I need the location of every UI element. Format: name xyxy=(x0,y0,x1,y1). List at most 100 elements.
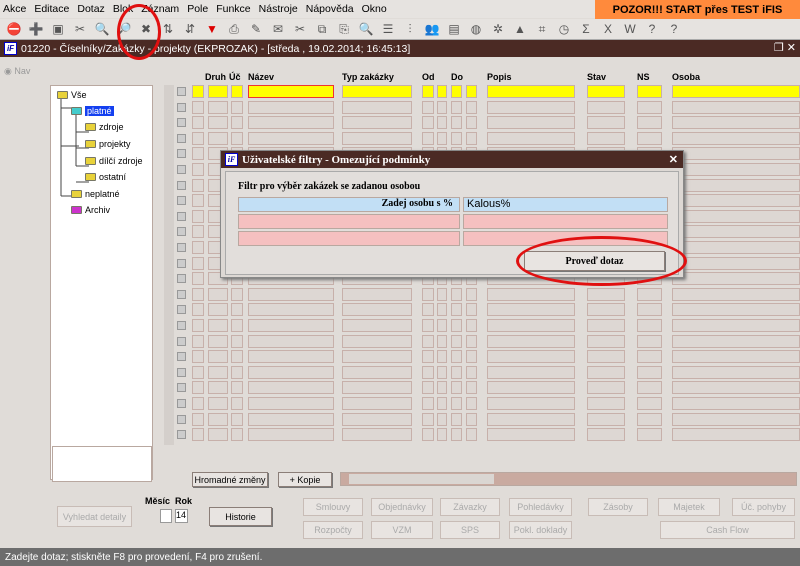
grid-cell[interactable] xyxy=(672,116,800,130)
grid-cell[interactable] xyxy=(192,334,204,348)
grid-cell[interactable] xyxy=(192,100,204,114)
grid-cell[interactable] xyxy=(231,334,243,348)
grid-cell[interactable] xyxy=(192,209,204,223)
filter-input-empty[interactable] xyxy=(463,214,668,229)
row-checkbox[interactable] xyxy=(177,196,186,206)
grid-cell[interactable] xyxy=(231,381,243,395)
grid-cell[interactable] xyxy=(487,303,575,317)
grid-cell[interactable] xyxy=(587,381,625,395)
grid-cell[interactable] xyxy=(672,147,800,161)
row-checkbox[interactable] xyxy=(177,211,186,221)
grid-cell[interactable] xyxy=(248,303,334,317)
person-input[interactable]: Kalous% xyxy=(463,197,668,212)
grid-cell[interactable] xyxy=(342,100,412,114)
grid-cell[interactable] xyxy=(487,319,575,332)
grid-cell[interactable] xyxy=(248,100,334,114)
grid-cell[interactable] xyxy=(487,412,575,426)
grid-cell[interactable] xyxy=(231,365,243,379)
grid-cell[interactable] xyxy=(208,287,228,301)
grid-cell[interactable] xyxy=(248,131,334,145)
grid-cell[interactable] xyxy=(342,287,412,301)
grid-cell[interactable] xyxy=(422,381,434,395)
grid-cell[interactable] xyxy=(466,85,477,98)
grid-cell[interactable] xyxy=(637,100,662,114)
grid-cell[interactable] xyxy=(422,334,434,348)
grid-cell[interactable] xyxy=(192,428,204,442)
grid-cell[interactable] xyxy=(587,303,625,317)
grid-cell[interactable] xyxy=(451,100,462,114)
query-enter-icon[interactable]: 🔍 xyxy=(94,21,110,37)
excel-icon[interactable]: X xyxy=(600,21,616,37)
grid-cell[interactable] xyxy=(208,412,228,426)
grid-cell[interactable] xyxy=(192,397,204,410)
grid-cell[interactable] xyxy=(672,272,800,286)
grid-cell[interactable] xyxy=(487,116,575,130)
sps-button[interactable]: SPS xyxy=(440,521,500,539)
grid-cell[interactable] xyxy=(487,381,575,395)
row-checkbox[interactable] xyxy=(177,321,186,330)
grid-cell[interactable] xyxy=(342,319,412,332)
budgets-button[interactable]: Rozpočty xyxy=(303,521,363,539)
grid-cell[interactable] xyxy=(451,365,462,379)
grid-cell[interactable] xyxy=(192,116,204,130)
row-checkbox[interactable] xyxy=(177,149,186,159)
history-button[interactable]: Historie xyxy=(209,507,272,526)
cash-documents-button[interactable]: Pokl. doklady xyxy=(509,521,572,539)
grid-cell[interactable] xyxy=(672,381,800,395)
menu-dotaz[interactable]: Dotaz xyxy=(77,3,104,15)
grid-cell[interactable] xyxy=(192,225,204,239)
menu-napoveda[interactable]: Nápověda xyxy=(306,3,354,15)
grid-cell[interactable] xyxy=(248,428,334,442)
year-input[interactable]: 14 xyxy=(175,509,188,523)
row-checkbox[interactable] xyxy=(177,102,186,112)
grid-cell[interactable] xyxy=(422,131,434,145)
grid-cell[interactable] xyxy=(231,319,243,332)
row-checkbox[interactable] xyxy=(177,243,186,252)
mail-icon[interactable]: ✉ xyxy=(270,21,286,37)
grid-cell[interactable] xyxy=(231,397,243,410)
row-checkbox[interactable] xyxy=(177,227,186,237)
grid-cell[interactable] xyxy=(231,85,243,98)
grid-cell[interactable] xyxy=(451,397,462,410)
grid-cell[interactable] xyxy=(437,350,447,364)
grid-cell[interactable] xyxy=(192,131,204,145)
row-checkbox[interactable] xyxy=(177,352,186,362)
row-checkbox[interactable] xyxy=(177,289,186,299)
grid-cell[interactable] xyxy=(231,350,243,364)
row-checkbox[interactable] xyxy=(177,274,186,284)
grid-cell[interactable] xyxy=(208,303,228,317)
filter-icon[interactable]: ▼ xyxy=(204,21,220,37)
grid-cell[interactable] xyxy=(422,365,434,379)
grid-cell[interactable] xyxy=(437,131,447,145)
tree-item-archiv[interactable]: Archiv xyxy=(71,205,110,215)
grid-cell[interactable] xyxy=(672,178,800,192)
copy-button[interactable]: + Kopie xyxy=(278,472,332,487)
grid-cell[interactable] xyxy=(587,100,625,114)
delete-record-icon[interactable]: ▣ xyxy=(50,21,66,37)
horizontal-scrollbar[interactable] xyxy=(340,472,797,486)
insert-record-icon[interactable]: ➕ xyxy=(28,21,44,37)
grid-cell[interactable] xyxy=(248,412,334,426)
row-checkbox[interactable] xyxy=(177,87,186,96)
grid-cell[interactable] xyxy=(437,381,447,395)
grid-cell[interactable] xyxy=(672,365,800,379)
grid-cell[interactable] xyxy=(248,334,334,348)
grid-cell[interactable] xyxy=(192,381,204,395)
account-movements-button[interactable]: Úč. pohyby xyxy=(732,498,795,516)
grid-cell[interactable] xyxy=(192,147,204,161)
contracts-button[interactable]: Smlouvy xyxy=(303,498,363,516)
stock-button[interactable]: Zásoby xyxy=(588,498,648,516)
grid-cell[interactable] xyxy=(466,397,477,410)
grid-cell[interactable] xyxy=(587,350,625,364)
grid-cell[interactable] xyxy=(437,303,447,317)
grid-cell[interactable] xyxy=(248,381,334,395)
doc-icon[interactable]: ▤ xyxy=(446,21,462,37)
grid-cell[interactable] xyxy=(637,319,662,332)
tree-item-zdroje[interactable]: zdroje xyxy=(85,122,124,132)
menu-editace[interactable]: Editace xyxy=(34,3,69,15)
grid-cell[interactable] xyxy=(587,85,625,98)
grid-cell[interactable] xyxy=(587,287,625,301)
gear-icon[interactable]: ✲ xyxy=(490,21,506,37)
grid-cell[interactable] xyxy=(672,397,800,410)
menu-akce[interactable]: Akce xyxy=(3,3,26,15)
